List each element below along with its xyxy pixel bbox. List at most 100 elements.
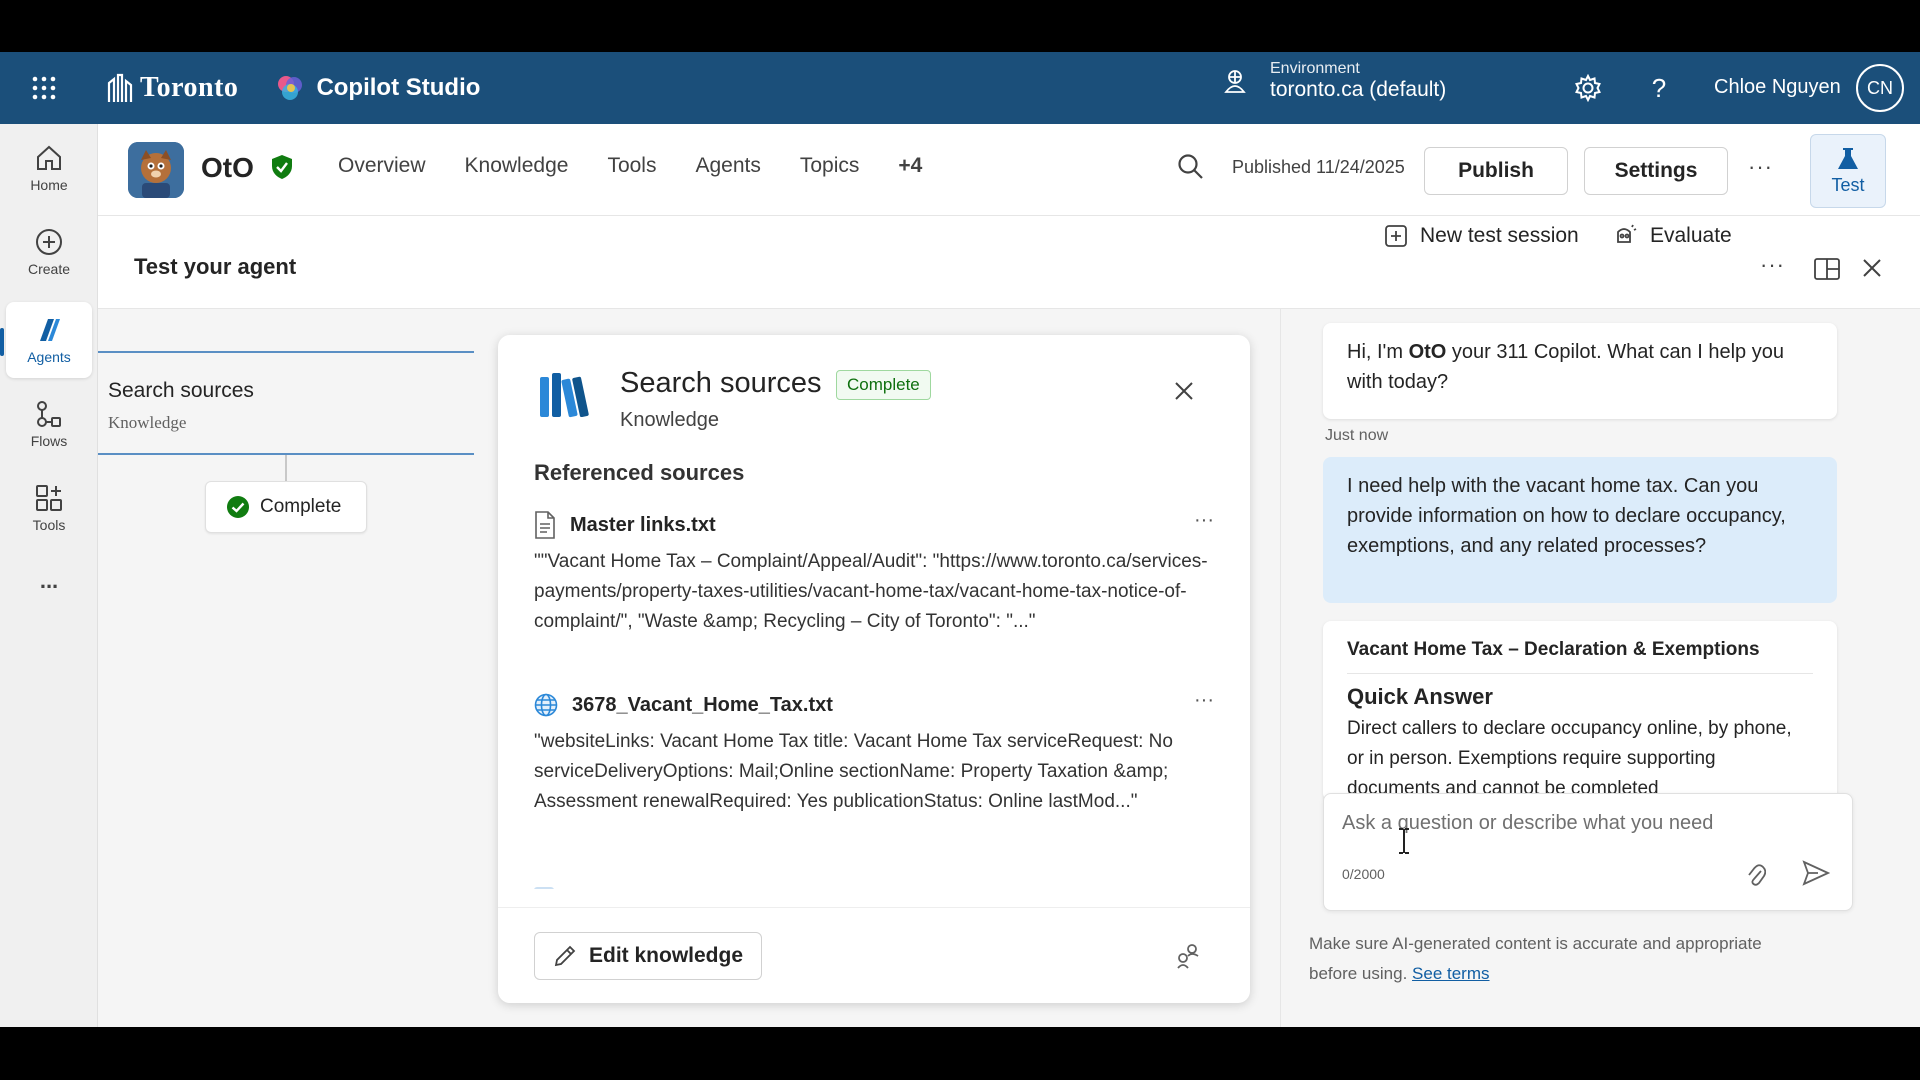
source-item[interactable]: 3678_Vacant_Home_Tax.txt ··· "websiteLin… (534, 689, 1214, 817)
toronto-wordmark: Toronto (140, 72, 239, 103)
tab-more[interactable]: +4 (898, 154, 922, 178)
help-icon[interactable]: ? (1643, 72, 1675, 104)
message-timestamp: Just now (1325, 427, 1389, 444)
rail-label-tools: Tools (32, 517, 66, 533)
rail-item-home[interactable]: Home (6, 130, 92, 206)
source-name: 3678_Vacant_Home_Tax.txt (572, 693, 833, 716)
rail-label-create: Create (27, 261, 71, 277)
avatar[interactable]: CN (1856, 64, 1904, 112)
user-message: I need help with the vacant home tax. Ca… (1323, 457, 1837, 603)
new-test-session-button[interactable]: New test session (1384, 216, 1579, 256)
settings-gear-icon[interactable] (1572, 72, 1604, 104)
settings-button[interactable]: Settings (1584, 147, 1728, 195)
edit-knowledge-button[interactable]: Edit knowledge (534, 932, 763, 980)
close-panel-icon[interactable] (1862, 258, 1882, 278)
referenced-sources-heading: Referenced sources (534, 460, 745, 485)
tab-knowledge[interactable]: Knowledge (465, 154, 569, 178)
search-sources-detail-card: Search sources Complete Knowledge Refere… (498, 335, 1250, 1003)
node-subtitle: Knowledge (108, 413, 187, 432)
greeting-text: Hi, I'm (1347, 341, 1409, 363)
toronto-logo[interactable]: Toronto (106, 72, 238, 104)
detail-footer: Edit knowledge (498, 907, 1250, 1003)
complete-label: Complete (260, 496, 342, 517)
chat-input[interactable] (1342, 812, 1822, 835)
product-name: Copilot Studio (316, 74, 481, 101)
flask-icon (1838, 147, 1858, 169)
pencil-icon (554, 945, 576, 967)
search-icon[interactable] (1176, 152, 1204, 180)
source-excerpt: ""Vacant Home Tax – Complaint/Appeal/Aud… (534, 551, 1208, 632)
globe-icon (534, 693, 558, 717)
answer-title: Vacant Home Tax – Declaration & Exemptio… (1347, 639, 1813, 674)
feedback-icon[interactable] (1174, 942, 1202, 970)
source-name: Master links.txt (570, 513, 716, 536)
plus-circle-icon (36, 229, 62, 255)
source-excerpt: "websiteLinks: Vacant Home Tax title: Va… (534, 731, 1173, 812)
tab-overview[interactable]: Overview (338, 154, 426, 178)
bot-answer-card: Vacant Home Tax – Declaration & Exemptio… (1323, 621, 1837, 801)
agent-header: OtO Overview Knowledge Tools Agents Topi… (98, 124, 1920, 216)
character-counter: 0/2000 (1342, 866, 1385, 882)
rail-item-agents[interactable]: Agents (6, 302, 92, 378)
paperclip-icon[interactable] (1746, 862, 1766, 888)
environment-icon (1224, 70, 1246, 93)
rail-more-button[interactable]: ... (6, 556, 92, 606)
detail-title: Search sources (620, 367, 822, 399)
answer-body: Direct callers to declare occupancy onli… (1347, 718, 1792, 799)
test-button[interactable]: Test (1810, 134, 1886, 208)
search-sources-node[interactable]: Search sources Knowledge (98, 351, 474, 455)
agent-nav: Overview Knowledge Tools Agents Topics +… (338, 154, 922, 178)
tools-icon (36, 485, 62, 511)
more-icon: ... (39, 568, 59, 593)
answer-heading: Quick Answer (1347, 684, 1493, 709)
truncated-source-row (534, 879, 1134, 889)
bot-greeting: Hi, I'm OtO your 311 Copilot. What can I… (1323, 323, 1837, 419)
active-indicator (0, 328, 4, 356)
send-icon[interactable] (1802, 860, 1830, 886)
chat-pane: Hi, I'm OtO your 311 Copilot. What can I… (1280, 308, 1920, 1027)
check-circle-icon (227, 496, 249, 518)
text-cursor-icon (1399, 828, 1409, 854)
new-test-session-label: New test session (1420, 224, 1579, 247)
rail-item-tools[interactable]: Tools (6, 470, 92, 546)
ai-disclaimer: Make sure AI-generated content is accura… (1309, 929, 1809, 989)
document-icon (535, 511, 555, 539)
home-icon (37, 145, 61, 170)
source-more-button[interactable]: ··· (1194, 509, 1214, 532)
greeting-agent-name: OtO (1408, 341, 1447, 363)
split-view-icon[interactable] (1814, 258, 1840, 280)
app-launcher-icon[interactable] (0, 52, 88, 124)
header-more-button[interactable]: ··· (1748, 154, 1773, 180)
rail-label-flows: Flows (30, 433, 68, 449)
rail-item-flows[interactable]: Flows (6, 386, 92, 462)
user-name[interactable]: Chloe Nguyen (1714, 76, 1841, 99)
copilot-logo-icon (278, 76, 303, 100)
agent-avatar[interactable] (128, 142, 184, 198)
detail-subtitle: Knowledge (620, 409, 719, 431)
tab-agents[interactable]: Agents (695, 154, 760, 178)
avatar-initials: CN (1867, 77, 1893, 98)
copilot-studio-brand[interactable]: Copilot Studio (276, 74, 480, 102)
complete-status-node[interactable]: Complete (205, 481, 367, 533)
environment-value: toronto.ca (default) (1270, 78, 1447, 101)
node-title: Search sources (108, 379, 254, 402)
test-panel-title: Test your agent (134, 254, 297, 279)
publish-button[interactable]: Publish (1424, 147, 1568, 195)
test-more-button[interactable]: ··· (1760, 252, 1785, 278)
evaluate-button[interactable]: Evaluate (1610, 216, 1732, 256)
trace-canvas: Search sources Knowledge Complete Search… (98, 308, 1280, 1027)
rail-label-agents: Agents (27, 349, 71, 365)
tab-tools[interactable]: Tools (607, 154, 656, 178)
close-icon[interactable] (1174, 381, 1194, 401)
source-item[interactable]: Master links.txt ··· ""Vacant Home Tax –… (534, 509, 1214, 637)
agent-name: OtO (201, 152, 254, 183)
environment-picker[interactable]: Environment toronto.ca (default) (1222, 60, 1446, 102)
agents-icon (40, 319, 60, 341)
see-terms-link[interactable]: See terms (1412, 964, 1489, 983)
app-window: Toronto Copilot Studio Environment toron… (0, 52, 1920, 1027)
environment-label: Environment (1270, 60, 1360, 77)
source-more-button[interactable]: ··· (1194, 689, 1214, 712)
tab-topics[interactable]: Topics (800, 154, 860, 178)
rail-item-create[interactable]: Create (6, 214, 92, 290)
evaluate-icon (1617, 224, 1637, 243)
